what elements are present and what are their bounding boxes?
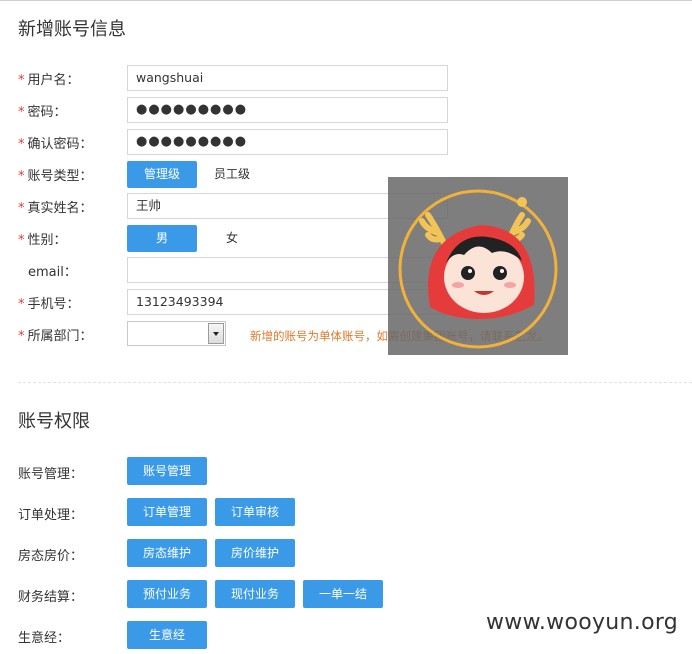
- perm-group-label: 账号管理：: [18, 467, 84, 482]
- required-mark: *: [18, 169, 25, 184]
- chevron-down-icon[interactable]: [208, 323, 224, 344]
- gender-label-text: 性别：: [27, 233, 67, 248]
- department-row: *所属部门： 新增的账号为单体账号，如需创建集团账号，请联系艺龙。: [0, 321, 692, 349]
- top-border: [0, 0, 692, 4]
- perm-room-price-button[interactable]: 房价维护: [215, 539, 295, 567]
- perm-group-label: 房态房价：: [18, 549, 84, 564]
- username-label-text: 用户名：: [27, 73, 80, 88]
- email-row: email：: [0, 257, 692, 285]
- email-label-text: email：: [28, 265, 77, 280]
- perm-room-status-button[interactable]: 房态维护: [127, 539, 207, 567]
- perm-group-order: 订单处理： 订单管理 订单审核: [0, 498, 692, 526]
- gender-male-button[interactable]: 男: [127, 225, 197, 252]
- required-mark: *: [18, 137, 25, 152]
- loading-overlay: [388, 177, 568, 355]
- perm-group-finance: 财务结算： 预付业务 现付业务 一单一结: [0, 580, 692, 608]
- account-type-row: * 账号类型： 管理级 员工级: [0, 161, 692, 189]
- confirm-password-row: * 确认密码： ●●●●●●●●●: [0, 129, 692, 157]
- department-select[interactable]: [127, 321, 226, 346]
- gender-female-button[interactable]: 女: [197, 225, 267, 252]
- perm-cash-button[interactable]: 现付业务: [215, 580, 295, 608]
- perm-business-button[interactable]: 生意经: [127, 621, 207, 649]
- real-name-label: * 真实姓名：: [18, 197, 93, 216]
- perm-order-review-button[interactable]: 订单审核: [215, 498, 295, 526]
- password-label-text: 密码：: [27, 105, 67, 120]
- real-name-label-text: 真实姓名：: [27, 201, 93, 216]
- required-mark: *: [18, 201, 25, 216]
- password-input[interactable]: ●●●●●●●●●: [127, 97, 448, 123]
- perm-group-label: 生意经：: [18, 631, 71, 646]
- password-label: * 密码：: [18, 101, 67, 120]
- perm-group-label: 财务结算：: [18, 590, 84, 605]
- loading-mascot-icon: [398, 189, 558, 349]
- department-label: * 所属部门：: [18, 325, 93, 344]
- required-mark: *: [18, 73, 25, 88]
- account-type-label: * 账号类型：: [18, 165, 93, 184]
- phone-label: * 手机号：: [18, 293, 80, 312]
- gender-row: * 性别： 男 女: [0, 225, 692, 253]
- password-row: * 密码： ●●●●●●●●●: [0, 97, 692, 125]
- perm-per-order-button[interactable]: 一单一结: [303, 580, 383, 608]
- username-label: * 用户名：: [18, 69, 80, 88]
- perm-prepaid-button[interactable]: 预付业务: [127, 580, 207, 608]
- watermark: www.wooyun.org: [486, 610, 679, 635]
- confirm-password-label-text: 确认密码：: [27, 137, 93, 152]
- perm-account-manage-button[interactable]: 账号管理: [127, 457, 207, 485]
- account-type-staff-button[interactable]: 员工级: [197, 161, 267, 188]
- gender-label: * 性别：: [18, 229, 67, 248]
- username-row: * 用户名： wangshuai: [0, 65, 692, 93]
- confirm-password-input[interactable]: ●●●●●●●●●: [127, 129, 448, 155]
- section-title-account-info: 新增账号信息: [18, 19, 126, 40]
- perm-order-manage-button[interactable]: 订单管理: [127, 498, 207, 526]
- required-mark: *: [18, 105, 25, 120]
- phone-row: * 手机号： 13123493394: [0, 289, 692, 317]
- real-name-row: * 真实姓名： 王帅: [0, 193, 692, 221]
- required-mark: *: [18, 297, 25, 312]
- required-mark: *: [18, 329, 25, 344]
- perm-group-room: 房态房价： 房态维护 房价维护: [0, 539, 692, 567]
- username-input[interactable]: wangshuai: [127, 65, 448, 91]
- required-mark: *: [18, 233, 25, 248]
- account-type-label-text: 账号类型：: [27, 169, 93, 184]
- email-label: email：: [18, 261, 77, 280]
- section-title-permissions: 账号权限: [18, 411, 90, 432]
- phone-label-text: 手机号：: [27, 297, 80, 312]
- perm-group-account: 账号管理： 账号管理: [0, 457, 692, 485]
- section-divider: [18, 382, 692, 383]
- perm-group-label: 订单处理：: [18, 508, 84, 523]
- department-label-text: 所属部门：: [27, 329, 93, 344]
- account-type-admin-button[interactable]: 管理级: [127, 161, 197, 188]
- confirm-password-label: * 确认密码：: [18, 133, 93, 152]
